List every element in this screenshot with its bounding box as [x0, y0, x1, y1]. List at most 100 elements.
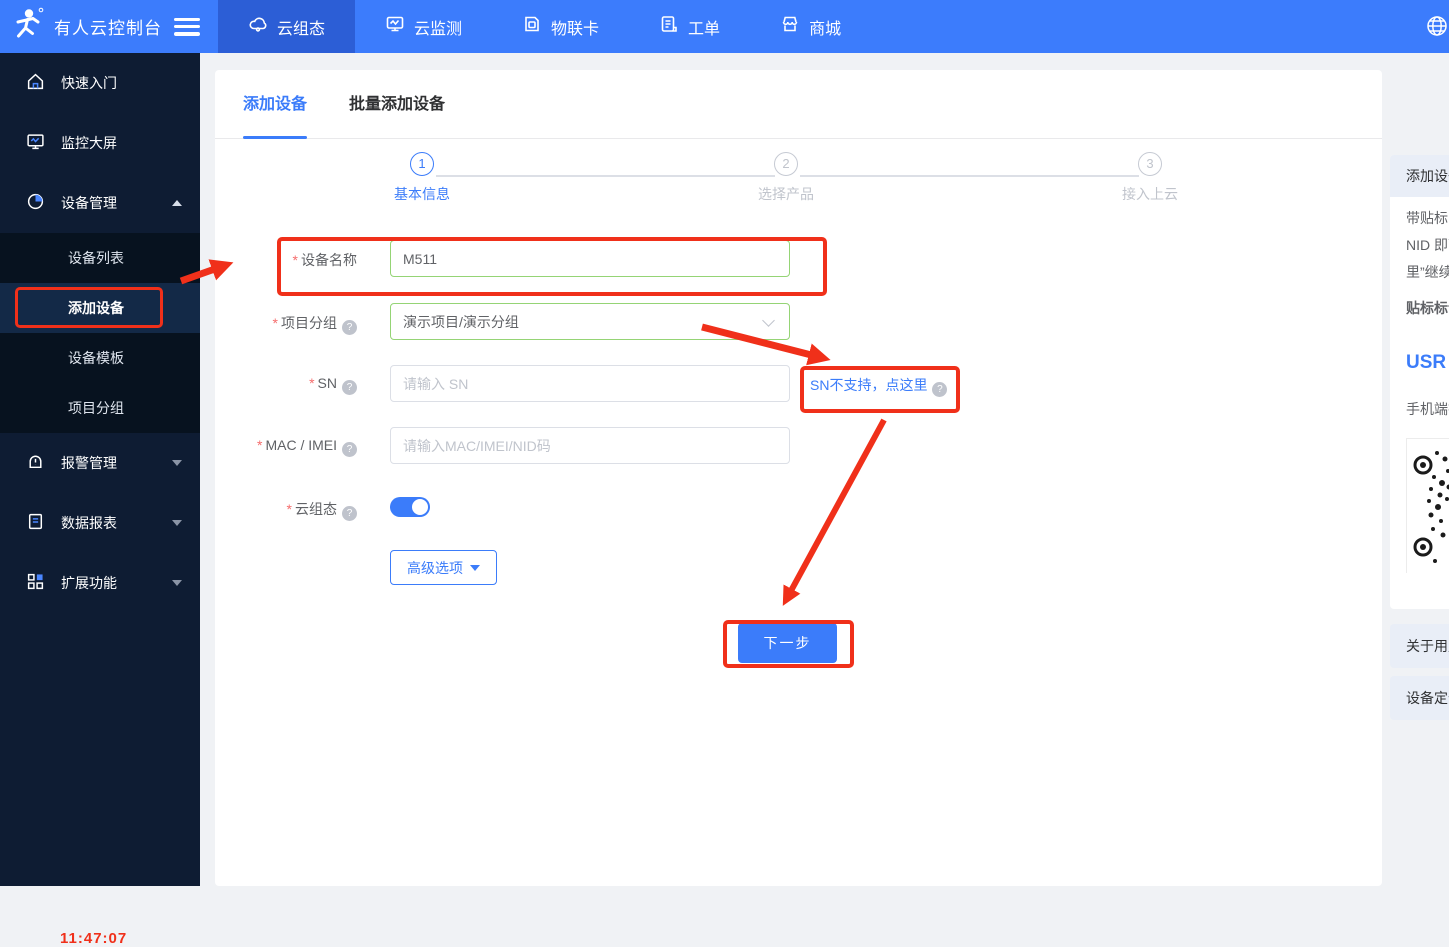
step-connector: [800, 175, 1139, 177]
language-globe-icon[interactable]: [1425, 14, 1449, 43]
step-label: 基本信息: [352, 184, 492, 204]
chevron-up-icon: [172, 200, 182, 206]
menu-icon[interactable]: [174, 18, 200, 36]
store-icon: [780, 14, 809, 39]
help-text-line: NID 即可: [1406, 232, 1449, 259]
tab-bar: 添加设备 批量添加设备: [215, 70, 1382, 139]
brand: 有人云控制台: [0, 0, 218, 53]
report-icon: [26, 512, 61, 534]
sidebar: 快速入门 监控大屏 设备管理 设备列表 添加设备 设备模板 项目分组: [0, 53, 200, 886]
app-title: 有人云控制台: [54, 14, 162, 39]
sidebar-item-alarm-management[interactable]: 报警管理: [0, 433, 200, 493]
nav-label: 商城: [809, 15, 841, 39]
step-select-product: 2 选择产品: [716, 152, 856, 204]
work-order-icon: [659, 14, 688, 39]
sidebar-item-quick-start[interactable]: 快速入门: [0, 53, 200, 113]
sidebar-item-label: 快速入门: [61, 73, 117, 93]
chevron-down-icon: [470, 565, 480, 571]
usr-mascot-logo: [8, 5, 46, 48]
alarm-bell-icon: [26, 452, 61, 474]
monitor-chart-icon: [385, 14, 414, 39]
usr-cloud-brand-text: USR Cloud: [1406, 352, 1449, 374]
step-number: 3: [1138, 152, 1162, 176]
help-text-line: 带贴标的: [1406, 205, 1449, 232]
help-question-icon[interactable]: ?: [342, 380, 357, 395]
sidebar-item-label: 报警管理: [61, 453, 117, 473]
home-icon: [26, 72, 61, 94]
device-name-label: *设备名称: [215, 250, 357, 270]
help-card-title[interactable]: 添加设备: [1390, 155, 1449, 197]
help-card-add-device: 添加设备 带贴标的 NID 即可 里”继续 贴标标识 USR Cloud 手机端…: [1390, 155, 1449, 609]
step-connector: [436, 175, 775, 177]
help-panel: 添加设备 带贴标的 NID 即可 里”继续 贴标标识 USR Cloud 手机端…: [1390, 155, 1449, 720]
sidebar-item-add-device[interactable]: 添加设备: [0, 283, 200, 333]
step-connect-cloud: 3 接入上云: [1080, 152, 1220, 204]
chevron-down-icon: [172, 460, 182, 466]
big-screen-icon: [26, 132, 61, 154]
step-basic-info: 1 基本信息: [352, 152, 492, 204]
help-question-icon[interactable]: ?: [342, 506, 357, 521]
step-number: 2: [774, 152, 798, 176]
add-device-card: 添加设备 批量添加设备 1 基本信息 2 选择产品 3 接入上云 *设备名称 *…: [215, 70, 1382, 886]
device-name-input[interactable]: [390, 240, 790, 277]
required-asterisk: *: [293, 252, 298, 268]
nav-iot-sim[interactable]: 物联卡: [492, 0, 629, 53]
sn-input[interactable]: [390, 365, 790, 402]
help-card-body: 带贴标的 NID 即可 里”继续 贴标标识 USR Cloud 手机端扫码: [1390, 197, 1449, 609]
cloud-scada-label: *云组态?: [215, 499, 357, 521]
pie-chart-icon: [26, 192, 61, 214]
top-bar: 有人云控制台 云组态 云监测: [0, 0, 1449, 53]
nav-label: 工单: [688, 15, 720, 39]
sidebar-item-label: 扩展功能: [61, 573, 117, 593]
nav-cloud-monitor[interactable]: 云监测: [355, 0, 492, 53]
required-asterisk: *: [287, 501, 292, 517]
project-group-label: *项目分组?: [215, 313, 357, 335]
nav-label: 物联卡: [551, 15, 599, 39]
sn-not-supported-link[interactable]: SN不支持，点这里?: [810, 375, 947, 397]
clock-text: 11:47:07: [60, 930, 127, 947]
mac-imei-label: *MAC / IMEI?: [215, 437, 357, 457]
sidebar-item-device-list[interactable]: 设备列表: [0, 233, 200, 283]
required-asterisk: *: [309, 375, 314, 391]
sidebar-item-label: 设备管理: [61, 193, 117, 213]
project-group-select[interactable]: [390, 303, 790, 340]
device-management-submenu: 设备列表 添加设备 设备模板 项目分组: [0, 233, 200, 433]
help-card-device-location[interactable]: 设备定位: [1390, 676, 1449, 720]
top-nav: 云组态 云监测 物联卡: [218, 0, 871, 53]
help-text-strong: 贴标标识: [1406, 295, 1449, 322]
sidebar-item-device-template[interactable]: 设备模板: [0, 333, 200, 383]
tab-batch-add-device[interactable]: 批量添加设备: [349, 70, 445, 138]
help-question-icon[interactable]: ?: [342, 442, 357, 457]
sidebar-item-extensions[interactable]: 扩展功能: [0, 553, 200, 613]
required-asterisk: *: [257, 437, 262, 453]
qr-code: [1406, 438, 1449, 573]
nav-cloud-scada[interactable]: 云组态: [218, 0, 355, 53]
help-question-icon[interactable]: ?: [932, 382, 947, 397]
next-step-button[interactable]: 下一步: [738, 623, 837, 663]
help-card-about-user[interactable]: 关于用户: [1390, 624, 1449, 668]
sidebar-item-data-report[interactable]: 数据报表: [0, 493, 200, 553]
help-question-icon[interactable]: ?: [342, 320, 357, 335]
sidebar-item-device-management[interactable]: 设备管理: [0, 173, 200, 233]
sim-card-icon: [522, 14, 551, 39]
nav-mall[interactable]: 商城: [750, 0, 871, 53]
required-asterisk: *: [273, 315, 278, 331]
nav-work-order[interactable]: 工单: [629, 0, 750, 53]
sidebar-item-label: 数据报表: [61, 513, 117, 533]
chevron-down-icon: [172, 580, 182, 586]
step-label: 选择产品: [716, 184, 856, 204]
tab-add-device[interactable]: 添加设备: [243, 70, 307, 138]
cloud-icon: [248, 14, 277, 39]
advanced-options-button[interactable]: 高级选项: [390, 550, 497, 585]
cloud-scada-toggle[interactable]: [390, 497, 430, 517]
mac-imei-input[interactable]: [390, 427, 790, 464]
help-text-line: 手机端扫码: [1406, 396, 1449, 423]
step-number: 1: [410, 152, 434, 176]
sn-label: *SN?: [215, 375, 357, 395]
grid-apps-icon: [26, 572, 61, 594]
nav-label: 云监测: [414, 15, 462, 39]
help-text-line: 里”继续: [1406, 259, 1449, 286]
chevron-down-icon: [172, 520, 182, 526]
sidebar-item-project-group[interactable]: 项目分组: [0, 383, 200, 433]
sidebar-item-monitor-screen[interactable]: 监控大屏: [0, 113, 200, 173]
